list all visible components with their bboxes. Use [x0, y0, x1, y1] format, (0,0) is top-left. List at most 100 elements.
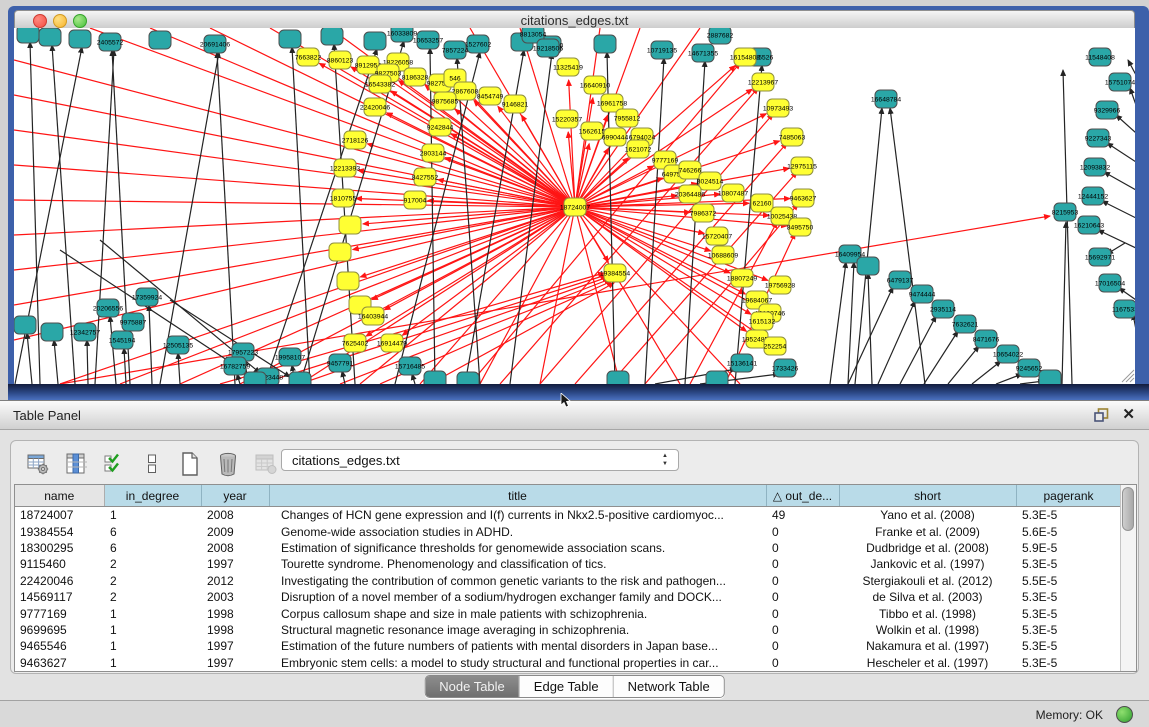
- column-header-title[interactable]: title: [269, 485, 766, 507]
- cell-pagerank[interactable]: 5.9E-5: [1016, 540, 1121, 556]
- network-node[interactable]: [457, 372, 479, 384]
- cell-name[interactable]: 9463627: [15, 655, 104, 671]
- network-node[interactable]: 2887682: [707, 28, 734, 44]
- network-node[interactable]: [594, 35, 616, 53]
- network-node[interactable]: 17359924: [132, 288, 162, 306]
- cell-title[interactable]: Embryonic stem cells: a model to study s…: [269, 655, 766, 671]
- table-scrollbar[interactable]: [1120, 485, 1136, 671]
- network-node[interactable]: 18807249: [727, 269, 757, 287]
- network-node[interactable]: 12213967: [748, 73, 778, 91]
- cell-name[interactable]: 18724007: [15, 507, 104, 524]
- network-node[interactable]: 1545194: [109, 331, 136, 349]
- network-node[interactable]: 1733426: [772, 359, 799, 377]
- network-node[interactable]: 7955812: [614, 109, 641, 127]
- table-row[interactable]: 946362711997Embryonic stem cells: a mode…: [15, 655, 1121, 671]
- network-node[interactable]: [1039, 370, 1061, 384]
- cell-short[interactable]: Wolkin et al. (1998): [839, 622, 1016, 638]
- cell-short[interactable]: Hescheler et al. (1997): [839, 655, 1016, 671]
- network-node[interactable]: 15136141: [727, 354, 757, 372]
- network-node[interactable]: 9329966: [1094, 101, 1121, 119]
- network-node[interactable]: [244, 372, 266, 384]
- cell-name[interactable]: 9699695: [15, 622, 104, 638]
- table-scrollbar-thumb[interactable]: [1122, 487, 1134, 531]
- cell-title[interactable]: Tourette syndrome. Phenomenology and cla…: [269, 556, 766, 572]
- cell-pagerank[interactable]: 5.3E-5: [1016, 507, 1121, 524]
- cell-pagerank[interactable]: 5.3E-5: [1016, 622, 1121, 638]
- network-node[interactable]: 11325419: [553, 58, 583, 76]
- float-panel-icon[interactable]: [1094, 408, 1109, 423]
- cell-out_de[interactable]: 49: [766, 507, 839, 524]
- network-node[interactable]: 20364486: [675, 185, 705, 203]
- network-node[interactable]: 12342757: [70, 323, 100, 341]
- cell-name[interactable]: 19384554: [15, 523, 104, 539]
- network-node[interactable]: [69, 30, 91, 48]
- cell-year[interactable]: 2008: [201, 540, 269, 556]
- new-column-button[interactable]: [177, 451, 203, 477]
- table-row[interactable]: 1456911722003Disruption of a novel membe…: [15, 589, 1121, 605]
- cell-out_de[interactable]: 0: [766, 622, 839, 638]
- column-header-name[interactable]: name: [15, 485, 104, 507]
- cell-out_de[interactable]: 0: [766, 540, 839, 556]
- network-node[interactable]: 9242844: [427, 118, 454, 136]
- network-node[interactable]: 16782759: [220, 357, 250, 375]
- cell-pagerank[interactable]: 5.5E-5: [1016, 573, 1121, 589]
- cell-short[interactable]: Stergiakouli et al. (2012): [839, 573, 1016, 589]
- network-node[interactable]: 11548408: [1085, 48, 1115, 66]
- network-node[interactable]: 16210643: [1074, 216, 1104, 234]
- column-header-pagerank[interactable]: pagerank: [1016, 485, 1121, 507]
- network-node[interactable]: [337, 272, 359, 290]
- network-node[interactable]: [321, 28, 343, 45]
- cell-year[interactable]: 2012: [201, 573, 269, 589]
- network-node[interactable]: 19958107: [275, 348, 305, 366]
- table-row[interactable]: 2242004622012Investigating the contribut…: [15, 573, 1121, 589]
- network-node[interactable]: [39, 28, 61, 46]
- network-node[interactable]: [706, 371, 728, 384]
- table-row[interactable]: 911546021997Tourette syndrome. Phenomeno…: [15, 556, 1121, 572]
- cell-out_de[interactable]: 0: [766, 638, 839, 654]
- cell-year[interactable]: 1997: [201, 638, 269, 654]
- network-node[interactable]: 7625402: [342, 334, 369, 352]
- cell-out_de[interactable]: 0: [766, 589, 839, 605]
- cell-pagerank[interactable]: 5.3E-5: [1016, 638, 1121, 654]
- cell-title[interactable]: Investigating the contribution of common…: [269, 573, 766, 589]
- network-node[interactable]: 2935114: [930, 300, 956, 318]
- cell-name[interactable]: 9465546: [15, 638, 104, 654]
- network-node[interactable]: 19756928: [765, 276, 795, 294]
- column-header-in_degree[interactable]: in_degree: [104, 485, 201, 507]
- network-node[interactable]: 19218506: [533, 39, 563, 57]
- network-node[interactable]: 9457791: [327, 354, 354, 372]
- network-node[interactable]: 9463627: [790, 189, 817, 207]
- network-node[interactable]: [17, 28, 39, 43]
- network-node[interactable]: 20691406: [200, 35, 230, 53]
- cell-in_degree[interactable]: 1: [104, 622, 201, 638]
- network-node[interactable]: 9146821: [502, 95, 529, 113]
- import-table-button[interactable]: [253, 451, 279, 477]
- table-row[interactable]: 1830029562008Estimation of significance …: [15, 540, 1121, 556]
- network-node[interactable]: 12975115: [787, 157, 817, 175]
- cell-year[interactable]: 2003: [201, 589, 269, 605]
- cell-name[interactable]: 9115460: [15, 556, 104, 572]
- cell-in_degree[interactable]: 2: [104, 589, 201, 605]
- network-node[interactable]: [364, 32, 386, 50]
- resize-grip[interactable]: [1122, 370, 1134, 382]
- network-node[interactable]: 22420046: [360, 98, 390, 116]
- cell-title[interactable]: Changes of HCN gene expression and I(f) …: [269, 507, 766, 524]
- network-node[interactable]: 8495750: [787, 218, 814, 236]
- network-node[interactable]: 15751074: [1105, 73, 1135, 91]
- memory-status-indicator[interactable]: [1116, 706, 1133, 723]
- network-node[interactable]: 7663822: [295, 48, 322, 66]
- network-node[interactable]: 6990444: [602, 128, 629, 146]
- network-node[interactable]: 8427552: [412, 168, 439, 186]
- network-node[interactable]: 15720407: [702, 227, 732, 245]
- cell-out_de[interactable]: 0: [766, 556, 839, 572]
- cell-name[interactable]: 9777169: [15, 605, 104, 621]
- network-node[interactable]: 10688609: [708, 246, 738, 264]
- network-node[interactable]: 1810755: [330, 189, 357, 207]
- cell-in_degree[interactable]: 1: [104, 605, 201, 621]
- cell-name[interactable]: 14569117: [15, 589, 104, 605]
- network-node[interactable]: 2405572: [97, 33, 124, 51]
- network-node[interactable]: 12093832: [1080, 158, 1110, 176]
- cell-short[interactable]: Jankovic et al. (1997): [839, 556, 1016, 572]
- network-hub-node[interactable]: 18724007: [560, 198, 590, 216]
- network-node[interactable]: 7485063: [779, 128, 806, 146]
